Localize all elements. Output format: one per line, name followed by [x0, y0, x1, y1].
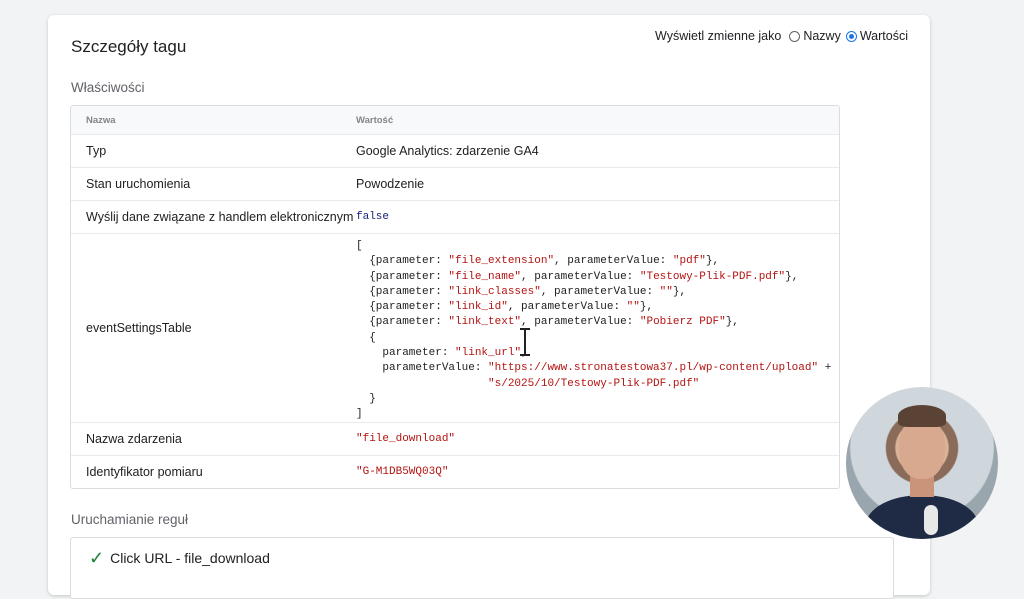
- row-value: false: [356, 201, 839, 233]
- row-value: Google Analytics: zdarzenie GA4: [356, 144, 539, 158]
- table-row: Identyfikator pomiaru "G-M1DB5WQ03Q": [71, 455, 839, 488]
- event-settings-code: [ {parameter: "file_extension", paramete…: [356, 240, 832, 421]
- list-item[interactable]: ✓ Click URL - file_download: [89, 549, 270, 567]
- row-name: Wyślij dane związane z handlem elektroni…: [86, 210, 354, 224]
- row-name: Stan uruchomienia: [86, 177, 191, 191]
- row-name: Identyfikator pomiaru: [86, 465, 203, 479]
- table-row: eventSettingsTable [ {parameter: "file_e…: [71, 233, 839, 422]
- row-value: Powodzenie: [356, 177, 425, 191]
- table-header: Nazwa Wartość: [71, 106, 839, 134]
- firing-rules-heading: Uruchamianie reguł: [71, 512, 189, 527]
- webcam-overlay: [846, 387, 998, 539]
- row-name: Nazwa zdarzenia: [86, 432, 182, 446]
- row-value: "file_download": [356, 423, 839, 455]
- measurement-id-value: "G-M1DB5WQ03Q": [356, 466, 449, 478]
- radio-names[interactable]: [789, 30, 801, 42]
- row-value: "G-M1DB5WQ03Q": [356, 456, 839, 488]
- page-title: Szczegóły tagu: [71, 37, 187, 56]
- radio-values[interactable]: [845, 30, 857, 42]
- text-cursor-icon: [520, 328, 530, 356]
- check-icon: ✓: [89, 548, 105, 568]
- rule-label: Click URL - file_download: [110, 550, 270, 566]
- row-name: Typ: [86, 144, 107, 158]
- boolean-value: false: [356, 211, 390, 223]
- display-toggle-label: Wyświetl zmienne jako: [655, 29, 782, 43]
- row-value: [ {parameter: "file_extension", paramete…: [356, 234, 839, 422]
- table-row: Stan uruchomienia Powodzenie: [71, 167, 839, 200]
- table-row: Wyślij dane związane z handlem elektroni…: [71, 200, 839, 233]
- table-row: Typ Google Analytics: zdarzenie GA4: [71, 134, 839, 167]
- column-header-name: Nazwa: [86, 114, 116, 126]
- display-variables-toggle: Wyświetl zmienne jako Nazwy Wartości: [655, 29, 908, 43]
- firing-rules-list: ✓ Click URL - file_download: [70, 537, 894, 599]
- radio-names-label[interactable]: Nazwy: [803, 29, 841, 43]
- row-name: eventSettingsTable: [86, 321, 192, 335]
- column-header-value: Wartość: [356, 114, 394, 126]
- table-row: Nazwa zdarzenia "file_download": [71, 422, 839, 455]
- properties-table: Nazwa Wartość Typ Google Analytics: zdar…: [70, 105, 840, 489]
- microphone-icon: [924, 505, 938, 535]
- properties-heading: Właściwości: [71, 80, 145, 95]
- radio-values-label[interactable]: Wartości: [860, 29, 908, 43]
- tag-details-panel: Szczegóły tagu Wyświetl zmienne jako Naz…: [48, 15, 930, 599]
- event-name-value: "file_download": [356, 433, 456, 445]
